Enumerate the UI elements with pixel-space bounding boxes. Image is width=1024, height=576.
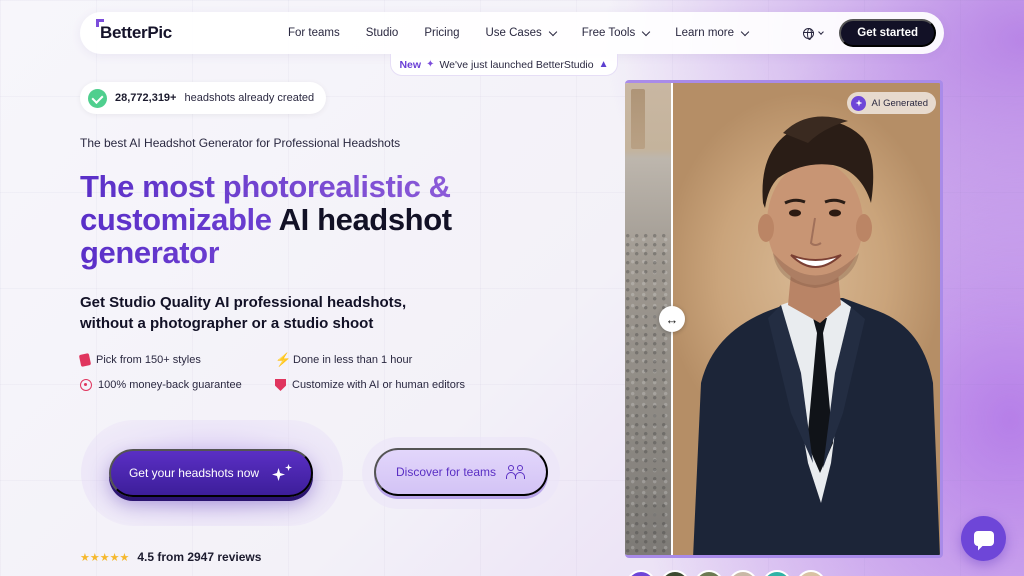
lead-line-1: Get Studio Quality AI professional heads… — [80, 294, 407, 311]
avatar-strip — [626, 570, 826, 576]
sparkle-icon: ✦ — [426, 59, 435, 70]
chevron-down-icon — [548, 27, 557, 36]
chat-button[interactable] — [961, 516, 1006, 561]
avatar[interactable] — [660, 570, 690, 576]
nav-link-free-tools[interactable]: Free Tools — [581, 27, 651, 39]
feature-label: Pick from 150+ styles — [96, 354, 201, 366]
nav-link-label: Use Cases — [485, 27, 542, 39]
avatar[interactable] — [694, 570, 724, 576]
nav-link-label: For teams — [287, 27, 340, 39]
chat-icon — [973, 531, 994, 546]
language-selector[interactable] — [803, 27, 825, 40]
headline-part-1: The most photorealistic & — [80, 169, 451, 204]
nav-link-label: Pricing — [424, 27, 460, 39]
team-icon — [506, 465, 526, 479]
logo[interactable]: BetterPic — [96, 19, 172, 45]
rating-text: 4.5 from 2947 reviews — [137, 550, 262, 564]
avatar[interactable] — [796, 570, 826, 576]
headshot-portrait — [693, 116, 940, 555]
nav-link-label: Free Tools — [581, 27, 636, 39]
star-rating-icon: ★★★★★ — [80, 551, 130, 564]
hero-headline: The most photorealistic & customizable A… — [80, 170, 520, 269]
avatar[interactable] — [728, 570, 758, 576]
comparison-slider-handle[interactable]: ↔ — [659, 306, 685, 332]
get-headshots-label: Get your headshots now — [128, 466, 260, 480]
headline-part-4: generator — [80, 235, 220, 270]
feature-label: Customize with AI or human editors — [292, 379, 466, 391]
bolt-icon: ⚡ — [275, 352, 292, 367]
nav-link-studio[interactable]: Studio — [366, 27, 399, 39]
feature-item: ⚡ Done in less than 1 hour — [275, 352, 475, 367]
hero-lead: Get Studio Quality AI professional heads… — [80, 292, 440, 334]
tag-icon — [78, 353, 92, 367]
announcement-message: We've just launched BetterStudio — [439, 58, 594, 71]
chevron-down-icon — [740, 27, 750, 36]
headshot-counter: 28,772,319+ headshots already created — [80, 82, 327, 114]
top-navigation: BetterPic For teams Studio Pricing Use C… — [80, 12, 944, 54]
get-headshots-button[interactable]: Get your headshots now — [109, 449, 313, 497]
discover-teams-label: Discover for teams — [395, 465, 497, 479]
avatar[interactable] — [762, 570, 792, 576]
counter-number: 28,772,319+ — [115, 92, 177, 104]
nav-link-label: Studio — [365, 27, 399, 39]
get-started-button[interactable]: Get started — [839, 19, 936, 47]
lead-line-2: without a photographer or a studio shoot — [80, 315, 374, 332]
ai-generated-label: AI Generated — [871, 97, 928, 109]
nav-right: Get started — [803, 19, 936, 47]
announcement-banner[interactable]: New ✦ We've just launched BetterStudio ▲ — [390, 54, 618, 76]
shield-icon — [275, 379, 286, 391]
nav-links: For teams Studio Pricing Use Cases Free … — [288, 27, 774, 39]
chevron-down-icon — [641, 27, 651, 36]
sparkles-icon — [271, 464, 293, 482]
logo-text: BetterPic — [100, 23, 172, 42]
feature-label: 100% money-back guarantee — [98, 379, 242, 391]
check-icon — [88, 88, 107, 108]
nav-link-pricing[interactable]: Pricing — [424, 27, 459, 39]
nav-link-label: Learn more — [675, 27, 735, 39]
ai-generated-badge: AI Generated — [847, 92, 936, 114]
counter-label: headshots already created — [184, 92, 315, 104]
nav-link-for-teams[interactable]: For teams — [288, 27, 340, 39]
globe-icon — [803, 27, 815, 40]
chevron-down-icon — [818, 28, 825, 35]
headline-part-2: customizable — [80, 202, 272, 237]
sparkle-icon — [851, 95, 867, 111]
nav-link-learn-more[interactable]: Learn more — [675, 27, 750, 39]
feature-item: 100% money-back guarantee — [80, 379, 275, 391]
feature-label: Done in less than 1 hour — [293, 354, 413, 366]
feature-item: Customize with AI or human editors — [275, 379, 475, 391]
headline-part-3: AI headshot — [271, 202, 452, 237]
feature-list: Pick from 150+ styles ⚡ Done in less tha… — [78, 352, 500, 391]
avatar[interactable] — [626, 570, 656, 576]
discover-teams-button[interactable]: Discover for teams — [374, 448, 548, 496]
reviews-summary[interactable]: ★★★★★ 4.5 from 2947 reviews — [80, 550, 261, 564]
nav-link-use-cases[interactable]: Use Cases — [485, 27, 557, 39]
logo-mark-icon — [96, 19, 104, 27]
hero-subtitle: The best AI Headshot Generator for Profe… — [80, 136, 401, 150]
feature-item: Pick from 150+ styles — [78, 353, 275, 367]
dress-icon: ▲ — [598, 59, 609, 70]
announcement-tag: New — [399, 58, 422, 71]
badge-icon — [80, 379, 92, 391]
ai-generated-photo: AI Generated — [673, 83, 940, 555]
